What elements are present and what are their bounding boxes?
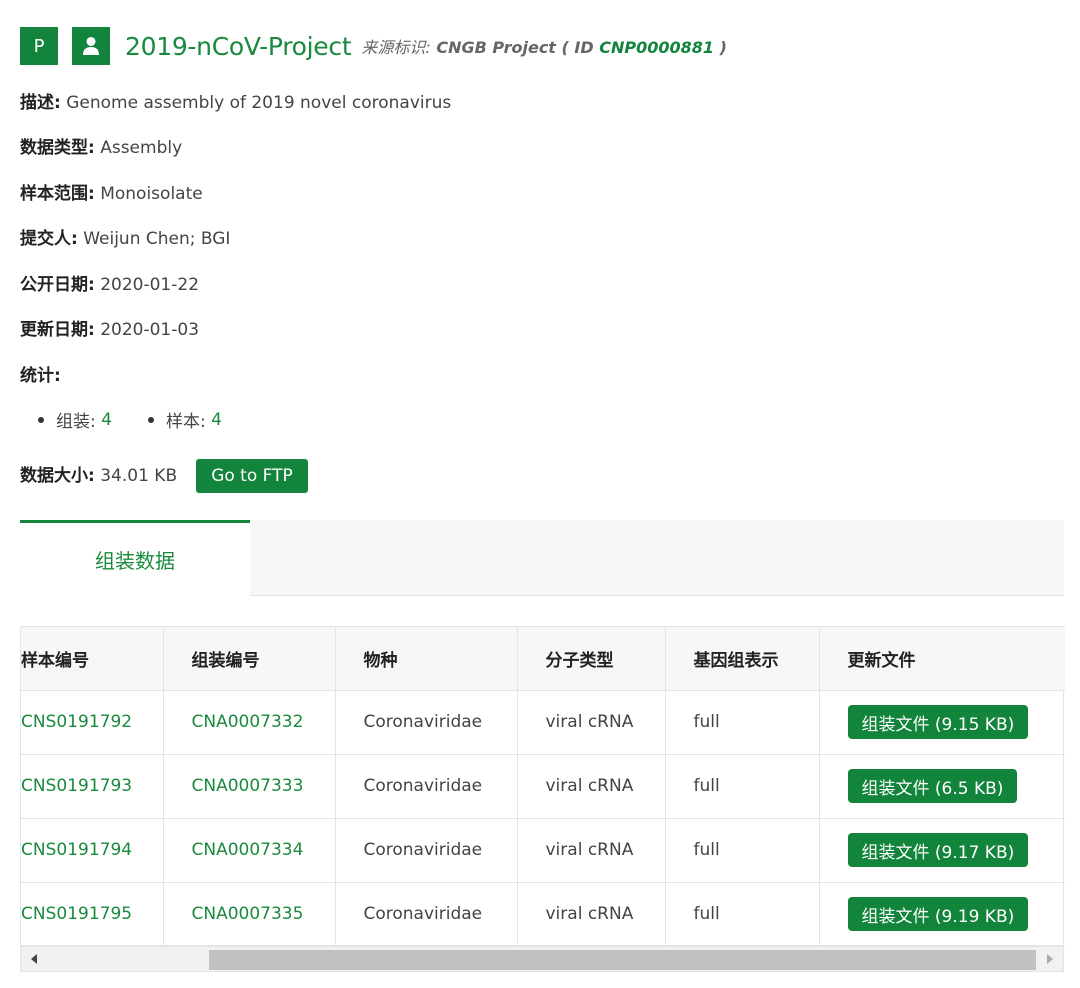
source-identifier: 来源标识: CNGB Project ( ID CNP0000881 ) [361,34,727,58]
field-release-date: 公开日期: 2020-01-22 [20,275,200,295]
assembly-id-link[interactable]: CNA0007335 [163,882,336,947]
project-header: P 2019-nCoV-Project 来源标识: CNGB Project (… [20,27,727,65]
field-key: 公开日期 [20,275,88,295]
molecule-cell: viral cRNA [517,818,666,883]
stat-label: 样本: [165,412,206,432]
table-header-row: 样本编号 组装编号 物种 分子类型 基因组表示 更新文件 [21,627,1065,691]
file-cell: 组装文件 (9.15 KB) [819,690,1065,755]
field-update-date: 更新日期: 2020-01-03 [20,320,200,340]
project-type-badge: P [20,27,58,65]
field-description: 描述: Genome assembly of 2019 novel corona… [20,93,452,113]
stats-list: 组装: 4 样本: 4 [38,407,258,432]
table-row: CNS0191795 CNA0007335 Coronaviridae vira… [21,882,1065,947]
assembly-table: 样本编号 组装编号 物种 分子类型 基因组表示 更新文件 CNS0191792 … [20,626,1065,947]
column-header: 组装编号 [163,627,336,691]
field-value: Weijun Chen; BGI [83,229,231,249]
stat-count-link[interactable]: 4 [101,410,112,430]
genome-cell: full [665,754,820,819]
source-label: 来源标识: [361,38,431,57]
field-key: 描述 [20,93,54,113]
stat-label: 组装: [56,412,96,432]
sample-id-link[interactable]: CNS0191795 [21,882,164,947]
list-item: 样本: 4 [147,407,222,432]
sample-id-link[interactable]: CNS0191794 [21,818,164,883]
table-row: CNS0191792 CNA0007332 Coronaviridae vira… [21,690,1065,755]
genome-cell: full [665,690,820,755]
list-item: 组装: 4 [38,407,112,432]
project-id[interactable]: CNP0000881 [599,38,714,57]
assembly-id-link[interactable]: CNA0007333 [163,754,336,819]
field-value: Assembly [100,138,183,158]
field-value: Monoisolate [100,184,203,204]
field-data-type: 数据类型: Assembly [20,138,183,158]
assembly-file-button[interactable]: 组装文件 (6.5 KB) [847,769,1018,803]
assembly-id-link[interactable]: CNA0007334 [163,818,336,883]
file-cell: 组装文件 (9.19 KB) [819,882,1065,947]
field-value: 34.01 KB [100,466,178,486]
field-key: 数据类型 [20,138,88,158]
genome-cell: full [665,882,820,947]
tab-assembly-data[interactable]: 组装数据 [20,520,250,596]
horizontal-scrollbar[interactable] [20,946,1064,972]
id-prefix: ( ID [561,38,594,57]
arrow-left-icon[interactable] [31,954,37,964]
field-key: 数据大小 [20,466,88,486]
field-key: 提交人 [20,229,71,249]
source-name: CNGB Project [436,38,556,57]
species-cell: Coronaviridae [335,882,518,947]
column-header: 更新文件 [819,627,1065,691]
table-row: CNS0191794 CNA0007334 Coronaviridae vira… [21,818,1065,883]
field-key: 统计 [20,366,54,386]
field-sample-scope: 样本范围: Monoisolate [20,184,203,204]
column-header: 基因组表示 [665,627,820,691]
id-suffix: ) [719,38,727,57]
field-key: 样本范围 [20,184,88,204]
assembly-id-link[interactable]: CNA0007332 [163,690,336,755]
bullet-icon [147,416,154,423]
field-value: Genome assembly of 2019 novel coronaviru… [66,93,452,113]
file-cell: 组装文件 (6.5 KB) [819,754,1065,819]
bullet-icon [38,416,44,423]
sample-id-link[interactable]: CNS0191793 [21,754,164,819]
scrollbar-thumb[interactable] [209,950,1036,970]
field-submitter: 提交人: Weijun Chen; BGI [20,229,231,249]
assembly-file-button[interactable]: 组装文件 (9.17 KB) [847,833,1029,867]
assembly-file-button[interactable]: 组装文件 (9.15 KB) [847,705,1029,739]
genome-cell: full [665,818,820,883]
field-value: 2020-01-22 [100,275,200,295]
user-icon [72,27,110,65]
species-cell: Coronaviridae [335,818,518,883]
field-value: 2020-01-03 [100,320,200,340]
column-header: 物种 [335,627,518,691]
sample-id-link[interactable]: CNS0191792 [21,690,164,755]
field-data-size: 数据大小: 34.01 KB [20,466,178,486]
go-to-ftp-button[interactable]: Go to FTP [196,459,308,493]
molecule-cell: viral cRNA [517,690,666,755]
species-cell: Coronaviridae [335,754,518,819]
molecule-cell: viral cRNA [517,882,666,947]
species-cell: Coronaviridae [335,690,518,755]
file-cell: 组装文件 (9.17 KB) [819,818,1065,883]
assembly-file-button[interactable]: 组装文件 (9.19 KB) [847,897,1029,931]
tab-bar: 组装数据 [20,520,1064,596]
column-header: 分子类型 [517,627,666,691]
stat-count-link[interactable]: 4 [211,410,222,430]
arrow-right-icon[interactable] [1047,954,1053,964]
field-statistics: 统计: [20,366,61,386]
table-row: CNS0191793 CNA0007333 Coronaviridae vira… [21,754,1065,819]
project-title: 2019-nCoV-Project [125,31,352,61]
molecule-cell: viral cRNA [517,754,666,819]
column-header: 样本编号 [21,627,164,691]
field-key: 更新日期 [20,320,88,340]
